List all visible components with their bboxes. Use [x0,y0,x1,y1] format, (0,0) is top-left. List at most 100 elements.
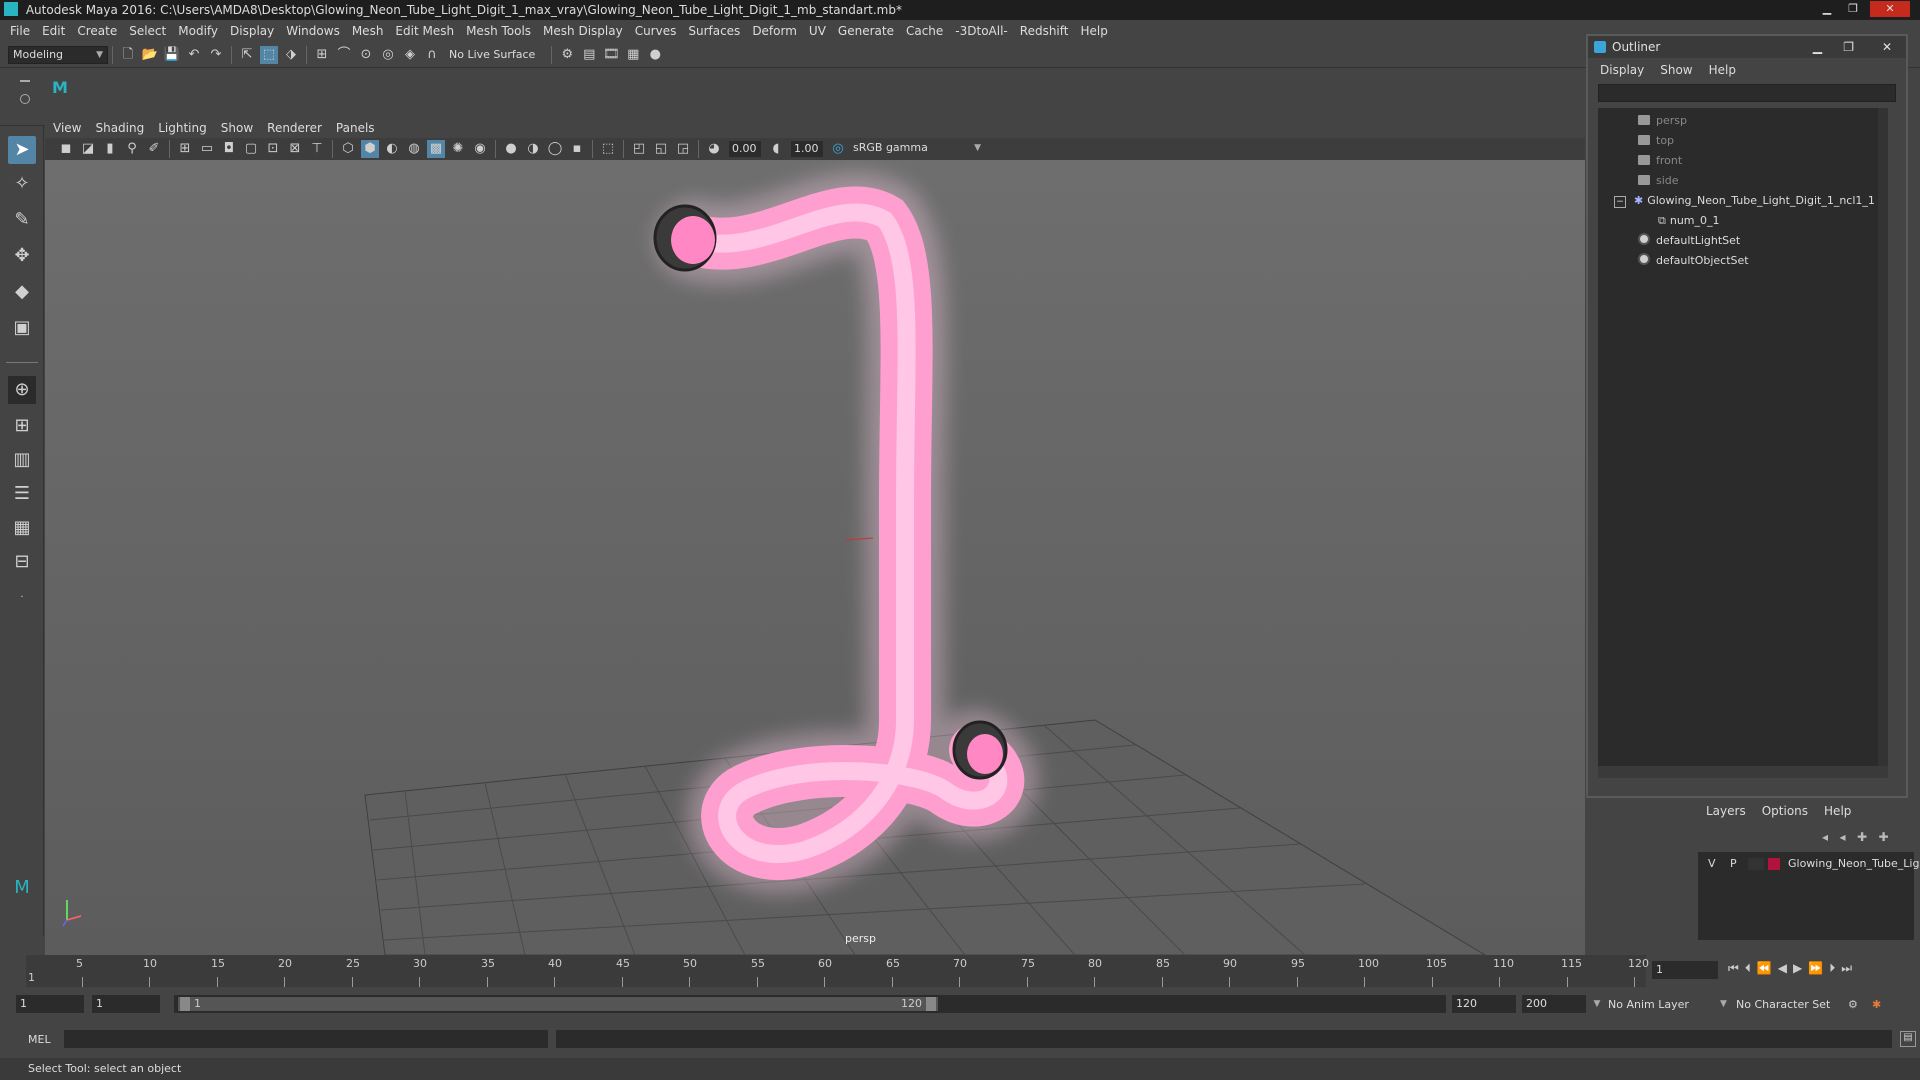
safe-title-icon[interactable]: ⊤ [308,140,326,158]
motion-blur-icon[interactable]: ◑ [524,140,542,158]
safe-action-icon[interactable]: ⊠ [286,140,304,158]
depth-of-field-icon[interactable]: ▪ [568,140,586,158]
snap-grid-icon[interactable]: ⊞ [313,46,331,64]
single-view-icon[interactable]: ⊕ [8,376,36,404]
menu-edit-mesh[interactable]: Edit Mesh [391,24,462,38]
step-forward-icon[interactable]: ⏵ [1829,961,1841,975]
range-start-grip[interactable] [180,997,190,1011]
script-language-label[interactable]: MEL [28,1033,64,1046]
menu-generate[interactable]: Generate [834,24,902,38]
maya-shelf-icon[interactable]: M [52,78,72,98]
minimize-icon[interactable]: ▁ [1813,36,1822,58]
gate-mask-icon[interactable]: ▢ [242,140,260,158]
scale-tool-icon[interactable]: ▣ [8,314,36,342]
chevron-down-icon[interactable]: ▼ [1720,999,1736,1009]
image-plane-icon[interactable]: ⚲ [123,140,141,158]
wireframe-on-shaded-icon[interactable]: ◍ [405,140,423,158]
minimize-icon[interactable]: ▁ [1816,1,1838,17]
outliner-search-field[interactable] [1598,84,1896,102]
tree-item-top[interactable]: top [1638,132,1674,150]
layer-visibility-toggle[interactable]: V [1708,854,1716,874]
close-icon[interactable]: ✕ [1882,36,1892,58]
snap-view-icon[interactable]: ◎ [379,46,397,64]
four-view-icon[interactable]: ⊞ [8,412,36,440]
tree-item-persp[interactable]: persp [1638,112,1687,130]
menu-mesh[interactable]: Mesh [348,24,392,38]
menu-select[interactable]: Select [125,24,174,38]
range-slider[interactable]: 1 120 [174,995,1446,1013]
grease-pencil-icon[interactable]: ✐ [145,140,163,158]
collapse-icon[interactable]: − [1614,196,1626,208]
exposure-field[interactable]: 0.00 [729,141,761,157]
menu-mesh-display[interactable]: Mesh Display [539,24,631,38]
lasso-tool-icon[interactable]: ✧ [8,170,36,198]
outliner-menu-show[interactable]: Show [1660,63,1692,77]
panel-menu-renderer[interactable]: Renderer [267,121,322,135]
layout-persp-outliner-icon[interactable]: ▥ [8,446,36,474]
script-editor-icon[interactable]: ▤ [1900,1031,1916,1047]
tree-item-mesh[interactable]: ⧉ num_0_1 [1658,212,1720,230]
snap-curve-icon[interactable]: ⌒ [335,46,353,64]
field-chart-icon[interactable]: ⊡ [264,140,282,158]
animation-start-field[interactable]: 1 [16,995,84,1013]
layer-playback-toggle[interactable]: P [1730,854,1737,874]
range-end-grip[interactable] [926,997,936,1011]
move-down-icon[interactable]: ◂ [1839,830,1845,844]
step-back-icon[interactable]: ⏴ [1745,961,1757,975]
layer-row[interactable]: V P Glowing_Neon_Tube_Lig [1698,854,1919,874]
menu-toggle-icon[interactable] [20,80,30,82]
playback-start-field[interactable]: 1 [92,995,160,1013]
grid-icon[interactable]: ⊞ [176,140,194,158]
gamma-field[interactable]: 1.00 [791,141,823,157]
snap-point-icon[interactable]: ⊙ [357,46,375,64]
tree-item-object-set[interactable]: defaultObjectSet [1638,252,1749,270]
animation-end-field[interactable]: 200 [1522,995,1586,1013]
smooth-shade-icon[interactable]: ⬢ [361,140,379,158]
tree-item-group[interactable]: − ✱ Glowing_Neon_Tube_Light_Digit_1_ncl1_1 [1614,192,1875,210]
ipr-render-icon[interactable]: ▦ [624,46,642,64]
layout-hypershade-icon[interactable]: ▦ [8,514,36,542]
new-scene-icon[interactable]: 🗋 [119,46,137,64]
menu-create[interactable]: Create [73,24,125,38]
xray-joints-icon[interactable]: ◲ [674,140,692,158]
panel-menu-shading[interactable]: Shading [95,121,144,135]
playback-end-field[interactable]: 120 [1452,995,1516,1013]
render-current-icon[interactable]: 🎞 [602,46,620,64]
menu-redshift[interactable]: Redshift [1016,24,1077,38]
panel-menu-view[interactable]: View [53,121,81,135]
save-scene-icon[interactable]: 💾 [163,46,181,64]
undo-icon[interactable]: ↶ [185,46,203,64]
step-back-key-icon[interactable]: ⏪ [1757,961,1778,975]
film-gate-icon[interactable]: ▭ [198,140,216,158]
ambient-occlusion-icon[interactable]: ● [502,140,520,158]
live-surface-label[interactable]: No Live Surface [449,48,535,61]
open-scene-icon[interactable]: 📂 [141,46,159,64]
camera-icon[interactable]: ◼ [57,140,75,158]
default-material-icon[interactable]: ◐ [383,140,401,158]
menu-surfaces[interactable]: Surfaces [684,24,748,38]
snap-surface-icon[interactable]: ◈ [401,46,419,64]
maya-home-icon[interactable]: M [8,874,36,902]
menu-help[interactable]: Help [1076,24,1115,38]
menu-curves[interactable]: Curves [631,24,685,38]
anti-alias-icon[interactable]: ◯ [546,140,564,158]
viewport-persp[interactable]: persp [45,160,1585,955]
camera-attributes-icon[interactable]: ◪ [79,140,97,158]
layout-uv-icon[interactable]: ⊟ [8,548,36,576]
shadows-icon[interactable]: ◉ [471,140,489,158]
render-view-icon[interactable]: ▤ [580,46,598,64]
layout-graph-icon[interactable]: ☰ [8,480,36,508]
tree-item-front[interactable]: front [1638,152,1682,170]
layer-name[interactable]: Glowing_Neon_Tube_Lig [1788,854,1919,874]
go-to-end-icon[interactable]: ⏭ [1841,961,1858,975]
maximize-icon[interactable]: ❐ [1842,1,1864,17]
menu-file[interactable]: File [6,24,38,38]
vertical-scrollbar[interactable] [1878,108,1888,766]
panel-menu-panels[interactable]: Panels [336,121,375,135]
command-input[interactable] [64,1030,548,1048]
select-hierarchy-icon[interactable]: ⇱ [238,46,256,64]
xray-active-icon[interactable]: ◱ [652,140,670,158]
menu-windows[interactable]: Windows [282,24,348,38]
redo-icon[interactable]: ↷ [207,46,225,64]
anim-layer-dropdown[interactable]: No Anim Layer [1608,998,1720,1011]
